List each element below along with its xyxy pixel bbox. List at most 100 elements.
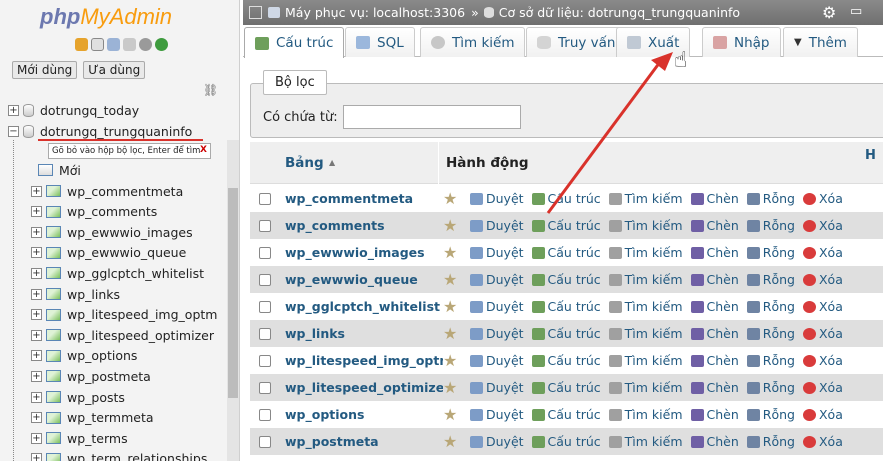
action-insert[interactable]: Chèn xyxy=(690,299,739,314)
truncated-column-header[interactable]: H xyxy=(865,148,876,163)
star-icon[interactable]: ★ xyxy=(443,216,470,235)
tree-table-item[interactable]: + wp_term_relationships xyxy=(31,449,207,461)
tab-import[interactable]: Nhập xyxy=(702,27,781,57)
action-empty[interactable]: Rỗng xyxy=(746,326,795,341)
tree-table-item[interactable]: + wp_termmeta xyxy=(31,408,154,428)
action-search[interactable]: Tìm kiếm xyxy=(608,218,683,233)
action-structure[interactable]: Cấu trúc xyxy=(531,353,601,368)
action-browse[interactable]: Duyệt xyxy=(470,434,524,449)
action-insert[interactable]: Chèn xyxy=(690,272,739,287)
expand-icon[interactable]: + xyxy=(8,104,19,116)
reload-icon[interactable] xyxy=(155,38,168,51)
table-name-link[interactable]: wp_options xyxy=(285,407,443,422)
action-empty[interactable]: Rỗng xyxy=(746,407,795,422)
action-insert[interactable]: Chèn xyxy=(690,191,739,206)
scrollbar-thumb[interactable] xyxy=(228,188,238,398)
action-empty[interactable]: Rỗng xyxy=(746,245,795,260)
action-browse[interactable]: Duyệt xyxy=(470,326,524,341)
action-insert[interactable]: Chèn xyxy=(690,326,739,341)
table-name-link[interactable]: wp_links xyxy=(285,326,443,341)
row-checkbox[interactable] xyxy=(259,435,271,448)
row-checkbox[interactable] xyxy=(259,354,271,367)
tree-new-item[interactable]: Mới xyxy=(38,160,81,180)
table-name-link[interactable]: wp_litespeed_optimizer xyxy=(285,380,443,395)
recent-tab[interactable]: Mới dùng xyxy=(12,61,78,79)
tree-table-item[interactable]: + wp_links xyxy=(31,284,120,304)
action-browse[interactable]: Duyệt xyxy=(470,218,524,233)
expand-icon[interactable]: + xyxy=(31,391,42,403)
expand-icon[interactable]: + xyxy=(31,206,42,218)
star-icon[interactable]: ★ xyxy=(443,189,470,208)
expand-icon[interactable]: + xyxy=(31,432,42,444)
action-empty[interactable]: Rỗng xyxy=(746,191,795,206)
action-drop[interactable]: Xóa xyxy=(802,272,843,287)
row-checkbox[interactable] xyxy=(259,192,271,205)
breadcrumb-server[interactable]: Máy phục vụ: localhost:3306 xyxy=(285,5,465,20)
action-drop[interactable]: Xóa xyxy=(802,380,843,395)
action-insert[interactable]: Chèn xyxy=(690,353,739,368)
collapse-icon[interactable]: − xyxy=(8,125,19,137)
tree-table-item[interactable]: + wp_litespeed_optimizer xyxy=(31,325,214,345)
logout-icon[interactable] xyxy=(91,38,104,51)
tab-search[interactable]: Tìm kiếm xyxy=(420,27,526,57)
table-name-link[interactable]: wp_ewwwio_images xyxy=(285,245,443,260)
star-icon[interactable]: ★ xyxy=(443,270,470,289)
expand-icon[interactable]: + xyxy=(31,185,42,197)
gear-icon[interactable] xyxy=(139,38,152,51)
action-insert[interactable]: Chèn xyxy=(690,245,739,260)
star-icon[interactable]: ★ xyxy=(443,378,470,397)
row-checkbox[interactable] xyxy=(259,381,271,394)
action-structure[interactable]: Cấu trúc xyxy=(531,326,601,341)
action-search[interactable]: Tìm kiếm xyxy=(608,326,683,341)
action-empty[interactable]: Rỗng xyxy=(746,218,795,233)
tab-more[interactable]: ▼ Thêm xyxy=(783,27,858,57)
row-checkbox[interactable] xyxy=(259,327,271,340)
filter-input[interactable] xyxy=(343,105,521,129)
table-name-link[interactable]: wp_ewwwio_queue xyxy=(285,272,443,287)
tab-structure[interactable]: Cấu trúc xyxy=(244,27,345,58)
favorite-tab[interactable]: Ưa dùng xyxy=(83,61,146,79)
nav-scrollbar[interactable] xyxy=(227,140,239,461)
settings-gear-icon[interactable]: ⚙ xyxy=(822,3,836,22)
star-icon[interactable]: ★ xyxy=(443,351,470,370)
action-structure[interactable]: Cấu trúc xyxy=(531,434,601,449)
action-drop[interactable]: Xóa xyxy=(802,299,843,314)
action-browse[interactable]: Duyệt xyxy=(470,380,524,395)
expand-icon[interactable]: + xyxy=(31,350,42,362)
action-search[interactable]: Tìm kiếm xyxy=(608,245,683,260)
expand-icon[interactable]: + xyxy=(31,309,42,321)
action-drop[interactable]: Xóa xyxy=(802,353,843,368)
phpmyadmin-logo[interactable]: phpMyAdmin xyxy=(40,4,172,30)
row-checkbox[interactable] xyxy=(259,300,271,313)
action-structure[interactable]: Cấu trúc xyxy=(531,218,601,233)
table-name-link[interactable]: wp_comments xyxy=(285,218,443,233)
action-drop[interactable]: Xóa xyxy=(802,326,843,341)
action-structure[interactable]: Cấu trúc xyxy=(531,407,601,422)
expand-icon[interactable]: + xyxy=(31,247,42,259)
tree-db-item-active[interactable]: − dotrungq_trungquaninfo xyxy=(8,121,192,141)
tab-query[interactable]: Truy vấn xyxy=(526,27,627,57)
expand-icon[interactable]: + xyxy=(31,412,42,424)
action-search[interactable]: Tìm kiếm xyxy=(608,353,683,368)
action-structure[interactable]: Cấu trúc xyxy=(531,191,601,206)
expand-icon[interactable]: + xyxy=(31,370,42,382)
tree-db-item[interactable]: + dotrungq_today xyxy=(8,100,139,120)
action-insert[interactable]: Chèn xyxy=(690,380,739,395)
action-search[interactable]: Tìm kiếm xyxy=(608,299,683,314)
table-name-link[interactable]: wp_gglcptch_whitelist xyxy=(285,299,443,314)
tree-table-item[interactable]: + wp_gglcptch_whitelist xyxy=(31,263,204,283)
expand-icon[interactable]: + xyxy=(31,329,42,341)
action-search[interactable]: Tìm kiếm xyxy=(608,380,683,395)
star-icon[interactable]: ★ xyxy=(443,243,470,262)
action-structure[interactable]: Cấu trúc xyxy=(531,299,601,314)
row-checkbox[interactable] xyxy=(259,408,271,421)
checkbox-icon[interactable] xyxy=(249,6,262,19)
action-insert[interactable]: Chèn xyxy=(690,434,739,449)
action-search[interactable]: Tìm kiếm xyxy=(608,434,683,449)
action-browse[interactable]: Duyệt xyxy=(470,191,524,206)
action-search[interactable]: Tìm kiếm xyxy=(608,272,683,287)
action-drop[interactable]: Xóa xyxy=(802,218,843,233)
collapse-panel-icon[interactable]: ▭ xyxy=(850,4,862,19)
tree-table-item[interactable]: + wp_options xyxy=(31,346,137,366)
expand-icon[interactable]: + xyxy=(31,226,42,238)
